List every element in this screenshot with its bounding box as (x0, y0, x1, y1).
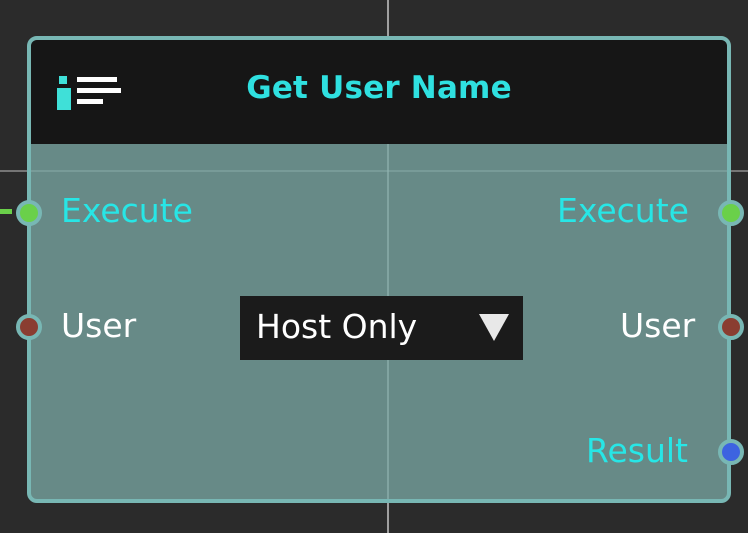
input-execute-pin[interactable] (16, 200, 42, 226)
input-user-pin[interactable] (16, 314, 42, 340)
output-execute-pin[interactable] (718, 200, 744, 226)
output-user-label: User (620, 306, 696, 345)
input-user-label: User (61, 306, 137, 345)
triangle-down-icon (479, 314, 509, 341)
input-execute-label: Execute (61, 191, 193, 230)
output-execute-label: Execute (557, 191, 689, 230)
node-title: Get User Name (246, 70, 512, 106)
host-mode-dropdown[interactable]: Host Only (240, 296, 523, 360)
node-header[interactable]: Get User Name (31, 40, 727, 144)
execute-connection-wire[interactable] (0, 209, 12, 214)
output-result-pin[interactable] (718, 439, 744, 465)
output-result-label: Result (586, 431, 688, 470)
output-user-pin[interactable] (718, 314, 744, 340)
dropdown-selected-value: Host Only (256, 307, 418, 346)
